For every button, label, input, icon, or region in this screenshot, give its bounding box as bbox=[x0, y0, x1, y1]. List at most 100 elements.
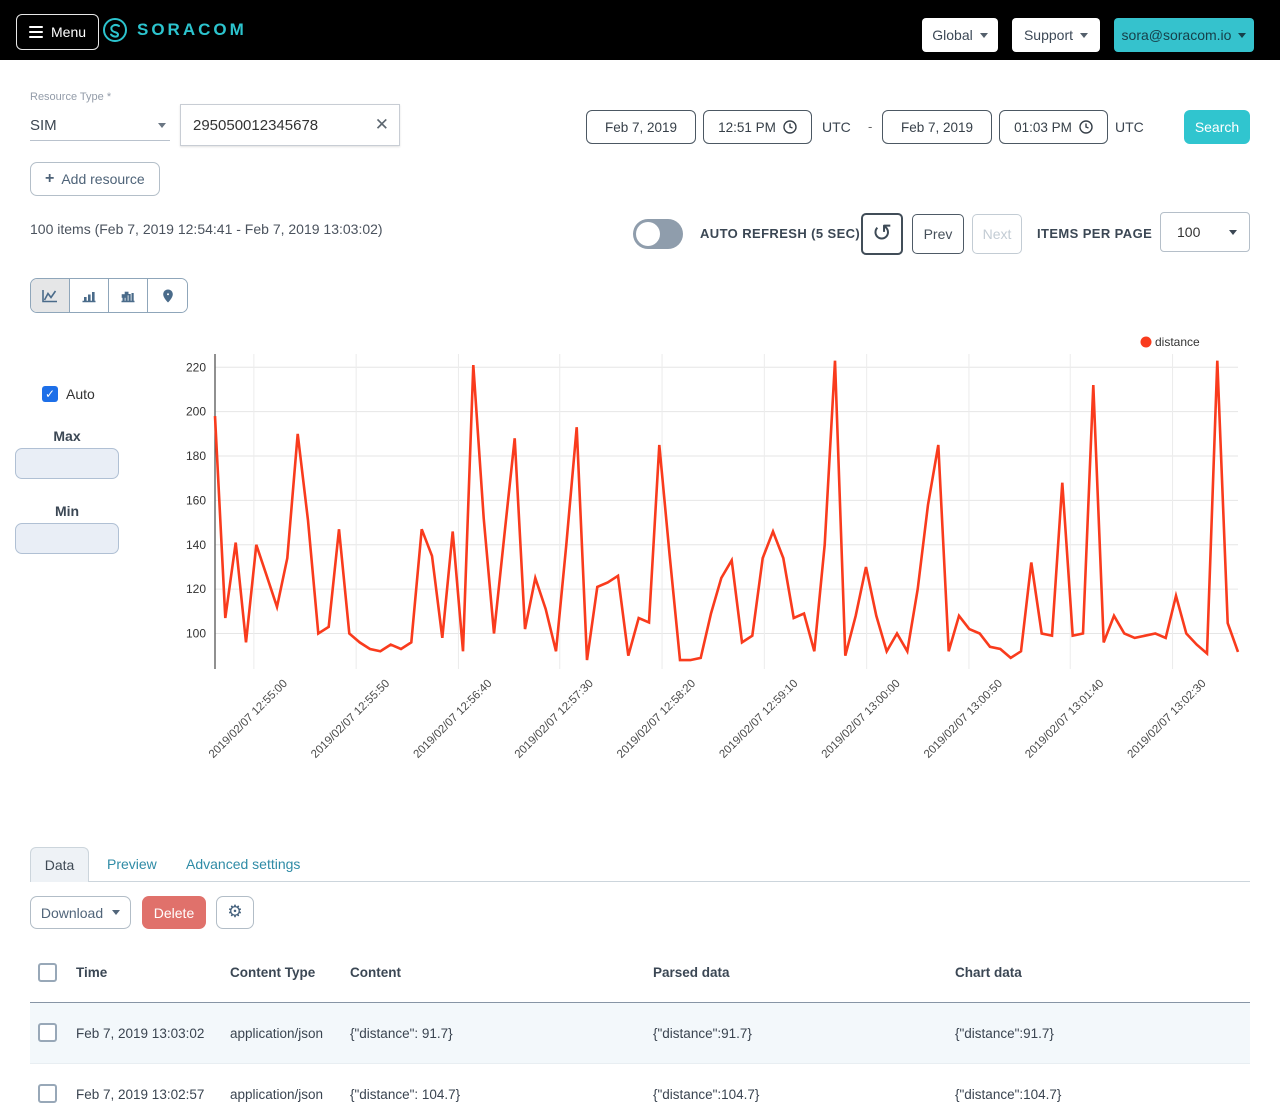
svg-text:160: 160 bbox=[186, 493, 206, 507]
from-timezone-label: UTC bbox=[822, 119, 851, 135]
column-header-chart-data: Chart data bbox=[955, 965, 1022, 980]
search-button[interactable]: Search bbox=[1184, 110, 1250, 144]
svg-text:2019/02/07 12:59:10: 2019/02/07 12:59:10 bbox=[717, 678, 800, 761]
column-header-content: Content bbox=[350, 965, 401, 980]
to-date-input[interactable]: Feb 7, 2019 bbox=[882, 110, 992, 144]
items-per-page-value: 100 bbox=[1177, 224, 1201, 240]
stacked-bar-chart-icon bbox=[121, 291, 135, 302]
cell-content: {"distance": 91.7} bbox=[350, 1026, 453, 1041]
plus-icon: + bbox=[45, 170, 55, 187]
map-pin-icon bbox=[162, 289, 173, 302]
table-row: Feb 7, 2019 13:03:02 application/json {"di… bbox=[30, 1003, 1250, 1063]
resource-type-select[interactable]: SIM bbox=[30, 110, 170, 141]
svg-text:2019/02/07 12:57:30: 2019/02/07 12:57:30 bbox=[513, 678, 596, 761]
top-navbar: Menu SORACOM Global Support sora@soracom… bbox=[0, 0, 1280, 60]
account-label: sora@soracom.io bbox=[1121, 27, 1232, 43]
min-input[interactable] bbox=[15, 523, 119, 554]
refresh-button[interactable]: ↺ bbox=[861, 213, 903, 255]
cell-parsed-data: {"distance":104.7} bbox=[653, 1087, 760, 1102]
refresh-icon: ↺ bbox=[871, 219, 893, 247]
items-per-page-label: ITEMS PER PAGE bbox=[1037, 226, 1153, 241]
line-chart-type-button[interactable] bbox=[31, 279, 70, 312]
svg-text:2019/02/07 13:00:50: 2019/02/07 13:00:50 bbox=[922, 678, 1005, 761]
soracom-logo-icon bbox=[103, 18, 127, 42]
table-row: Feb 7, 2019 13:02:57 application/json {"di… bbox=[30, 1063, 1250, 1110]
cell-parsed-data: {"distance":91.7} bbox=[653, 1026, 752, 1041]
support-dropdown[interactable]: Support bbox=[1012, 18, 1100, 52]
brand-name: SORACOM bbox=[137, 20, 247, 39]
download-label: Download bbox=[40, 904, 104, 921]
from-date-value: Feb 7, 2019 bbox=[604, 119, 678, 135]
cell-content-type: application/json bbox=[230, 1026, 324, 1041]
max-input[interactable] bbox=[15, 448, 119, 479]
cell-chart-data: {"distance":91.7} bbox=[955, 1026, 1054, 1041]
from-time-input[interactable]: 12:51 PM bbox=[703, 110, 812, 144]
svg-text:2019/02/07 12:58:20: 2019/02/07 12:58:20 bbox=[615, 678, 698, 761]
tab-data[interactable]: Data bbox=[30, 847, 89, 882]
range-separator: - bbox=[868, 119, 873, 134]
from-date-input[interactable]: Feb 7, 2019 bbox=[586, 110, 696, 144]
add-resource-label: Add resource bbox=[61, 171, 145, 187]
menu-button[interactable]: Menu bbox=[16, 14, 100, 50]
clock-icon bbox=[783, 120, 797, 134]
chevron-down-icon bbox=[979, 32, 988, 38]
svg-text:2019/02/07 13:02:30: 2019/02/07 13:02:30 bbox=[1126, 678, 1209, 761]
settings-button[interactable]: ⚙ bbox=[216, 896, 254, 929]
svg-text:distance: distance bbox=[1155, 335, 1200, 349]
svg-text:100: 100 bbox=[186, 627, 206, 641]
gear-icon: ⚙ bbox=[227, 902, 243, 922]
resource-type-value: SIM bbox=[30, 116, 57, 134]
next-button[interactable]: Next bbox=[972, 214, 1022, 254]
to-date-value: Feb 7, 2019 bbox=[900, 119, 974, 135]
svg-text:2019/02/07 13:00:00: 2019/02/07 13:00:00 bbox=[820, 678, 903, 761]
tab-advanced-settings[interactable]: Advanced settings bbox=[186, 856, 300, 872]
cell-content-type: application/json bbox=[230, 1087, 324, 1102]
chevron-down-icon bbox=[1080, 32, 1089, 38]
toggle-knob bbox=[636, 222, 660, 246]
chart-canvas: 220 200 180 160 140 120 100 2019/02/07 12:55:00… bbox=[186, 335, 1240, 761]
to-time-value: 01:03 PM bbox=[1014, 119, 1072, 135]
chevron-down-icon bbox=[1229, 229, 1237, 235]
to-time-input[interactable]: 01:03 PM bbox=[999, 110, 1108, 144]
cell-time: Feb 7, 2019 13:02:57 bbox=[76, 1087, 205, 1102]
stacked-bar-chart-type-button[interactable] bbox=[109, 279, 148, 312]
delete-button[interactable]: Delete bbox=[142, 896, 206, 929]
tab-preview[interactable]: Preview bbox=[107, 856, 157, 872]
tabs-divider bbox=[30, 881, 1250, 882]
bar-chart-icon bbox=[82, 291, 96, 302]
global-label: Global bbox=[932, 27, 973, 43]
cell-chart-data: {"distance":104.7} bbox=[955, 1087, 1062, 1102]
column-header-time: Time bbox=[76, 965, 108, 980]
resource-id-field: ✕ bbox=[180, 104, 400, 146]
svg-text:2019/02/07 12:55:50: 2019/02/07 12:55:50 bbox=[309, 678, 392, 761]
svg-text:2019/02/07 13:01:40: 2019/02/07 13:01:40 bbox=[1023, 678, 1106, 761]
chevron-down-icon bbox=[112, 910, 121, 915]
clear-input-icon[interactable]: ✕ bbox=[375, 115, 389, 135]
add-resource-button[interactable]: + Add resource bbox=[30, 162, 160, 196]
account-dropdown[interactable]: sora@soracom.io bbox=[1114, 18, 1254, 52]
auto-refresh-toggle[interactable] bbox=[633, 219, 683, 249]
bar-chart-type-button[interactable] bbox=[70, 279, 109, 312]
svg-text:140: 140 bbox=[186, 538, 206, 552]
select-all-checkbox[interactable] bbox=[38, 963, 57, 982]
cell-content: {"distance": 104.7} bbox=[350, 1087, 461, 1102]
from-time-value: 12:51 PM bbox=[718, 119, 776, 135]
min-label: Min bbox=[54, 503, 80, 519]
row-checkbox[interactable] bbox=[38, 1023, 57, 1042]
items-per-page-select[interactable]: 100 bbox=[1160, 212, 1250, 252]
prev-button[interactable]: Prev bbox=[912, 214, 964, 254]
chevron-down-icon bbox=[1238, 32, 1247, 38]
menu-label: Menu bbox=[51, 24, 87, 40]
svg-text:220: 220 bbox=[186, 360, 206, 374]
column-header-parsed-data: Parsed data bbox=[653, 965, 730, 980]
download-button[interactable]: Download bbox=[30, 896, 131, 929]
line-chart-icon bbox=[42, 289, 57, 302]
svg-text:200: 200 bbox=[186, 405, 206, 419]
row-checkbox[interactable] bbox=[38, 1084, 57, 1103]
auto-checkbox[interactable]: ✓ bbox=[42, 386, 58, 402]
chart-type-group bbox=[30, 278, 188, 313]
global-dropdown[interactable]: Global bbox=[922, 18, 998, 52]
page: Menu SORACOM Global Support sora@soracom… bbox=[0, 0, 1280, 1110]
map-chart-type-button[interactable] bbox=[148, 279, 187, 312]
resource-id-input[interactable] bbox=[181, 105, 361, 145]
